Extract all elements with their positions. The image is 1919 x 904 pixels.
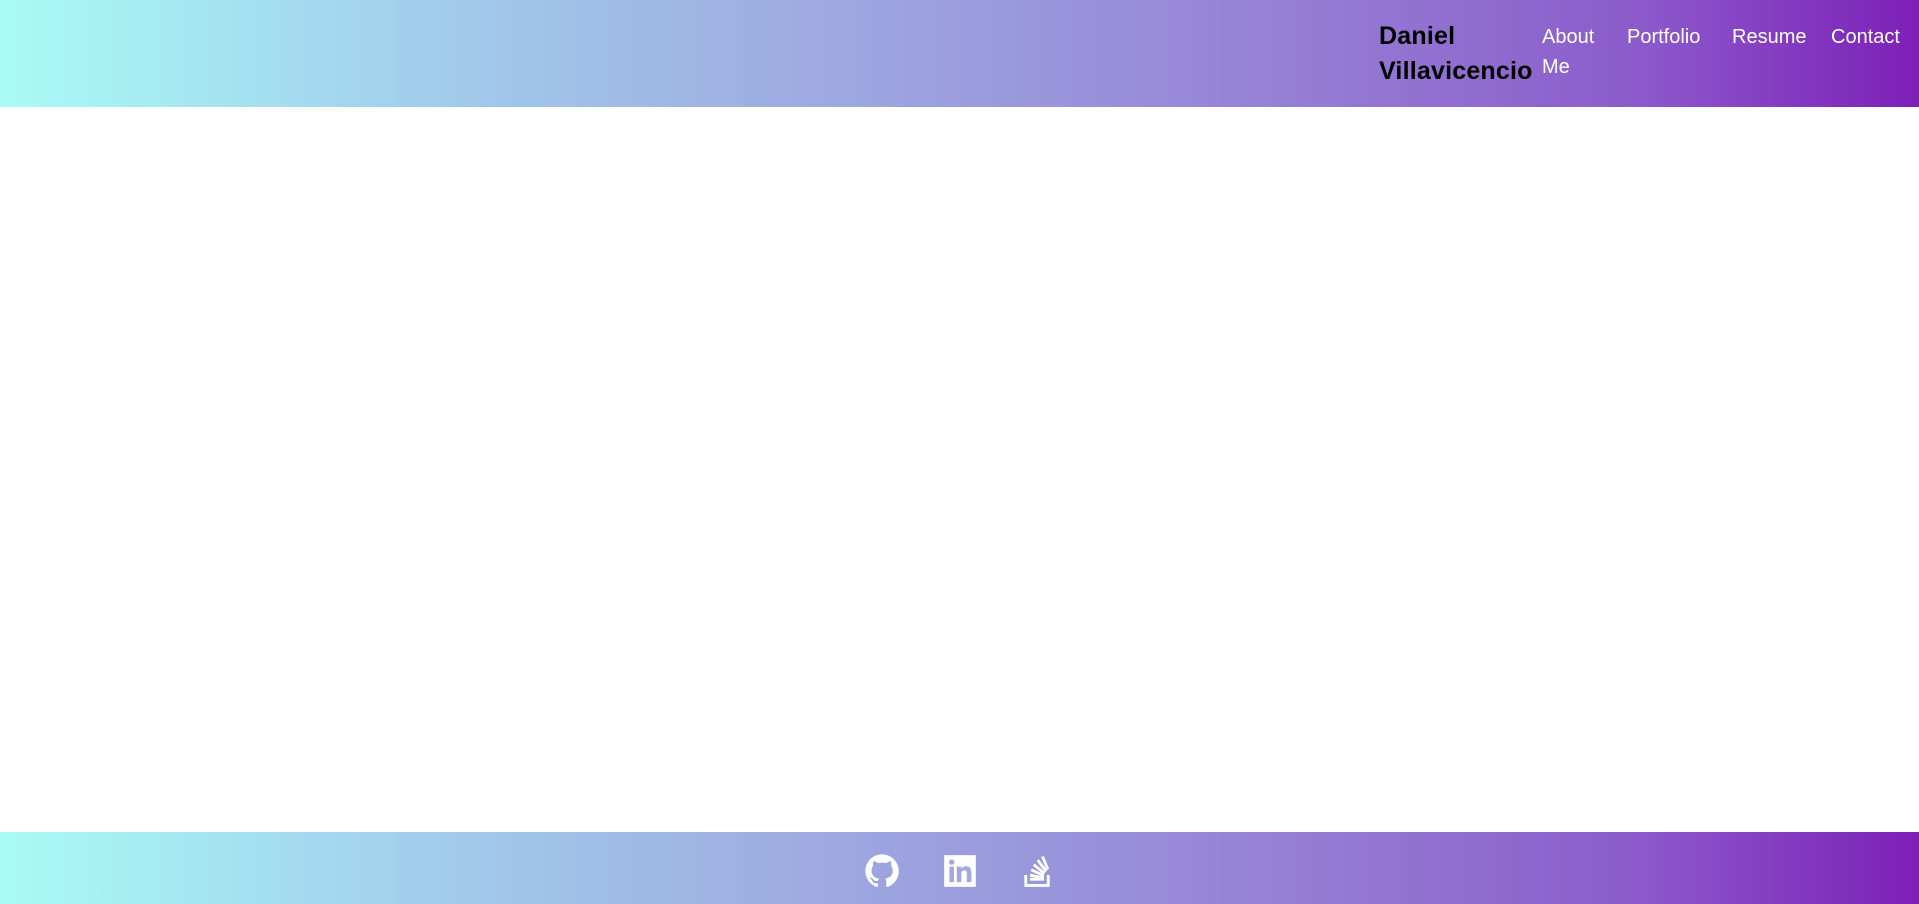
site-header: Daniel Villavicencio About Me Portfolio …: [0, 0, 1919, 107]
nav-contact[interactable]: Contact: [1831, 22, 1900, 52]
nav-about-me[interactable]: About Me: [1542, 22, 1608, 82]
linkedin-glyph: [944, 855, 976, 887]
nav-portfolio[interactable]: Portfolio: [1627, 22, 1700, 52]
main-content: [0, 107, 1919, 832]
site-footer: [0, 832, 1919, 904]
main-nav: About Me Portfolio Resume Contact: [0, 22, 1919, 82]
linkedin-icon[interactable]: [941, 852, 979, 890]
stackoverflow-icon[interactable]: [1018, 852, 1056, 890]
github-glyph: [865, 854, 899, 888]
nav-resume[interactable]: Resume: [1732, 22, 1806, 52]
stackoverflow-glyph: [1024, 855, 1050, 887]
github-icon[interactable]: [863, 852, 901, 890]
